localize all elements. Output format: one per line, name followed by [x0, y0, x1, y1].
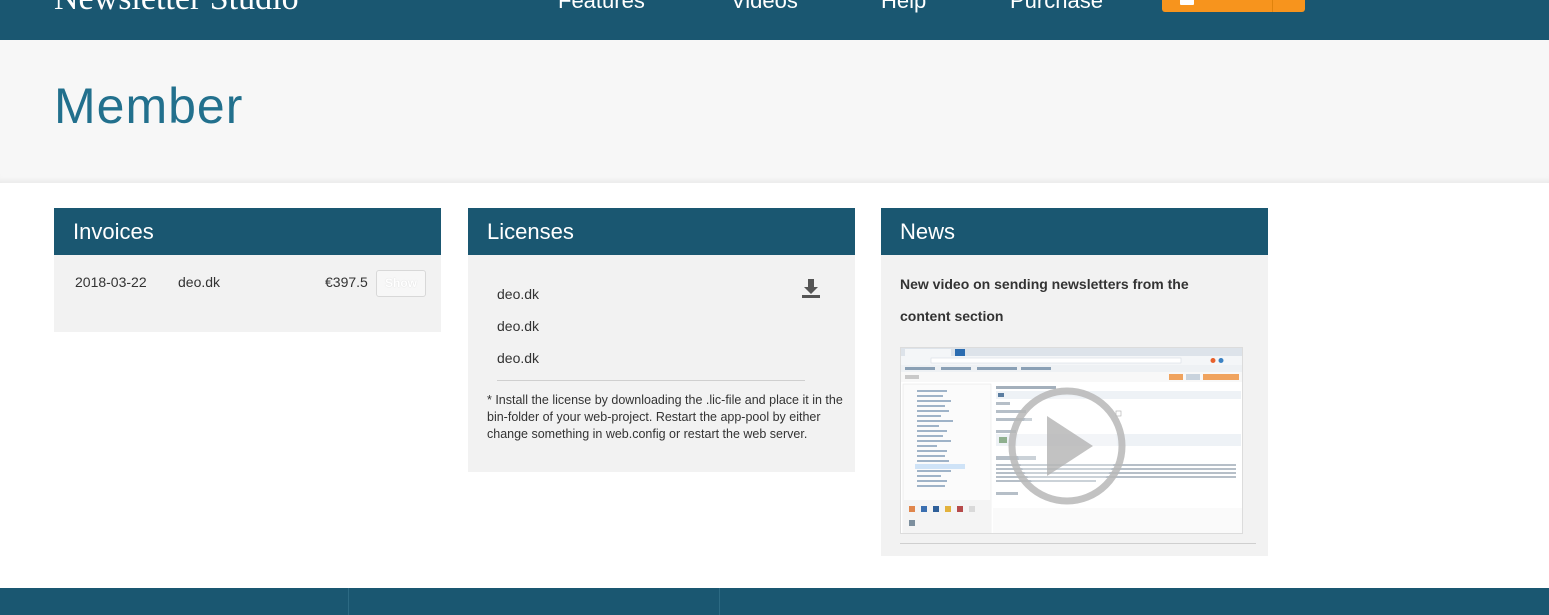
license-item: deo.dk	[497, 318, 540, 334]
download-icon[interactable]	[800, 277, 822, 299]
news-article-title[interactable]: New video on sending newsletters from th…	[900, 268, 1240, 332]
invoice-amount: €397.5	[325, 274, 368, 290]
footer-divider	[348, 588, 349, 615]
license-install-note: * Install the license by downloading the…	[487, 393, 843, 441]
video-thumbnail[interactable]	[900, 347, 1243, 534]
invoices-heading: Invoices	[54, 208, 441, 255]
page-title: Member	[54, 78, 244, 134]
news-divider	[900, 543, 1256, 544]
invoice-domain: deo.dk	[178, 274, 221, 290]
license-item: deo.dk	[497, 350, 540, 366]
nav-videos[interactable]: Videos	[731, 0, 798, 14]
nav-help[interactable]: Help	[881, 0, 926, 14]
invoices-panel: Invoices 2018-03-22 deo.dk €397.5 Show	[54, 208, 441, 332]
news-panel: News New video on sending newsletters fr…	[881, 208, 1268, 556]
brand-logo[interactable]: Newsletter Studio	[54, 0, 299, 18]
video-screenshot	[901, 348, 1242, 533]
licenses-heading: Licenses	[468, 208, 855, 255]
account-button[interactable]	[1162, 0, 1305, 12]
nav-features[interactable]: Features	[558, 0, 645, 14]
footer	[0, 588, 1549, 615]
invoice-row: 2018-03-22 deo.dk €397.5 Show	[54, 270, 441, 298]
play-icon	[1008, 387, 1126, 505]
licenses-divider	[497, 380, 805, 381]
button-divider	[1272, 0, 1273, 12]
news-heading: News	[881, 208, 1268, 255]
footer-divider	[719, 588, 720, 615]
user-icon	[1180, 0, 1194, 5]
licenses-panel: Licenses deo.dk deo.dk deo.dk * Install …	[468, 208, 855, 472]
invoice-date: 2018-03-22	[75, 274, 147, 290]
nav-purchase[interactable]: Purchase	[1010, 0, 1103, 14]
top-navigation: Newsletter Studio Features Videos Help P…	[0, 0, 1549, 40]
page-header: Member	[0, 40, 1549, 183]
license-item: deo.dk	[497, 286, 540, 302]
show-invoice-button[interactable]: Show	[376, 270, 426, 297]
